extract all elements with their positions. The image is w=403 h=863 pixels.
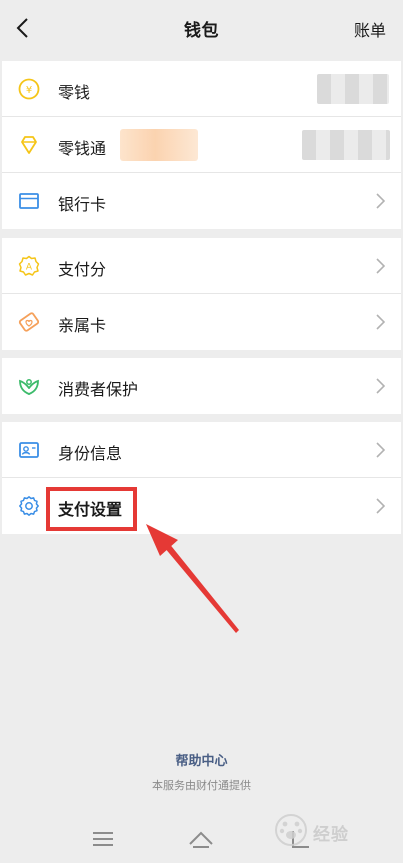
menu-icon[interactable] (89, 827, 117, 851)
help-center-link[interactable]: 帮助中心 (0, 750, 403, 769)
paw-logo-icon (275, 814, 307, 846)
home-icon[interactable] (187, 827, 215, 851)
annotation-arrow (146, 524, 239, 633)
service-note: 本服务由财付通提供 (152, 779, 251, 792)
baidu-experience-watermark: 经验 (271, 812, 391, 848)
watermark-text: 经验 (313, 825, 349, 845)
